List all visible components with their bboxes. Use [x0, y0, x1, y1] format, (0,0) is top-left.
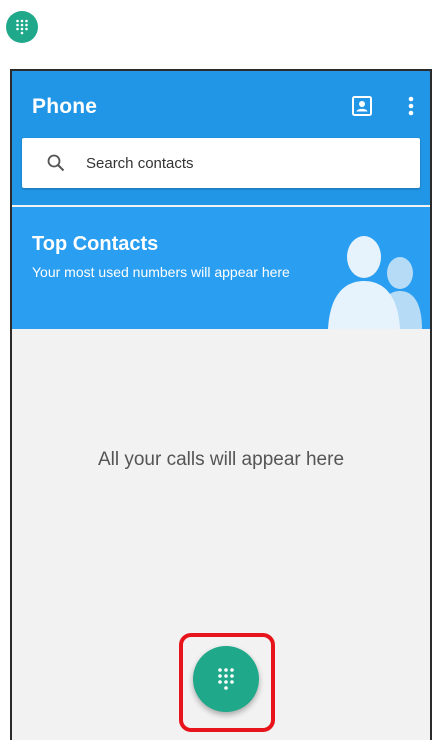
search-contacts-bar[interactable]: Search contacts	[22, 138, 420, 188]
app-bar: Phone Search contacts	[12, 71, 430, 205]
dialpad-icon	[218, 668, 234, 690]
top-contacts-title: Top Contacts	[32, 233, 159, 255]
screen: Phone Search contacts Top Contacts Your …	[0, 0, 438, 740]
contacts-icon	[352, 96, 372, 116]
app-title: Phone	[32, 95, 98, 118]
contacts-button[interactable]	[350, 94, 374, 118]
calls-empty-message: All your calls will appear here	[97, 449, 345, 470]
search-icon	[46, 153, 66, 173]
more-vert-icon	[408, 96, 414, 116]
top-contacts-banner[interactable]: Top Contacts Your most used numbers will…	[12, 207, 430, 329]
phone-screen: Phone Search contacts Top Contacts Your …	[10, 69, 432, 740]
dialpad-icon	[16, 19, 28, 35]
more-options-button[interactable]	[401, 94, 421, 118]
dialpad-fab-button[interactable]	[193, 646, 259, 712]
search-placeholder: Search contacts	[86, 154, 194, 172]
phone-app-shortcut[interactable]	[6, 11, 38, 43]
top-contacts-subtitle: Your most used numbers will appear here	[32, 264, 290, 280]
people-silhouette-icon	[328, 236, 422, 329]
